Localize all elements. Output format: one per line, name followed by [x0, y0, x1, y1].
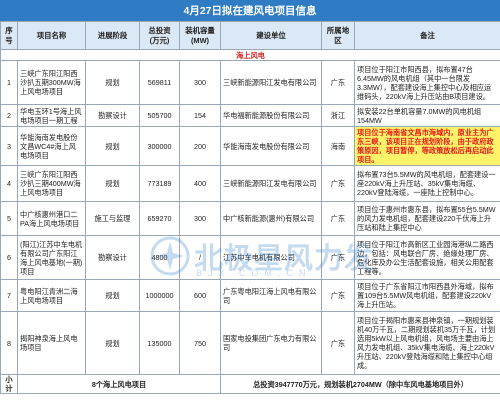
table-row: 2 华电玉环1号海上风电场项目一期工程 勘察设计 505700 154 华电福新… [0, 104, 500, 127]
header-row: 序号 项目名称 进展阶段 总投资 (万元) 装机容量 (MW) 建设单位 所属地… [0, 21, 500, 50]
cell-invest: 4800 [139, 235, 180, 280]
cell-owner: 广东粤电阳江海上风电有限公司 [220, 279, 322, 312]
cell-region: 广东 [321, 279, 355, 312]
cell-name: 三峡广东阳江阳西沙扒五期300MW海上风电场项目 [17, 60, 86, 105]
cell-note: 拟布置73台5.5MW的风电机组，配套建设一座220kV海上升压站、35kV集电… [354, 165, 500, 202]
cell-name: 粤电阳江青洲二海上风电场项目 [17, 279, 86, 312]
table-row: 5 中广核惠州港口二PA海上风电场项目 施工与监理 659270 300 中广核… [0, 201, 500, 236]
cell-note: 项目位于揭阳市惠来县神泉镇，一期规划装机40万千瓦，二期规划装机35万千瓦，计划… [354, 311, 500, 375]
cell-name: (阳江)江苏中车电机有限公司广东阳江海上风电基地(一期)项目 [17, 235, 86, 280]
cell-region: 广东 [321, 165, 355, 202]
cell-region: 广东 [321, 201, 355, 236]
table-title: 4月27日拟在建风电项目信息 [0, 0, 500, 21]
cell-no: 2 [0, 104, 18, 127]
cell-note-highlighted: 项目位于海南省文昌市海域内，原业主为广东三峡，该项目正在规划阶段，由于政府政策原… [354, 126, 500, 166]
table-row: 3 华能海南发电股份文昌WC4#海上风电场项目 规划 300000 200 华能… [0, 126, 500, 166]
cell-invest: 300000 [139, 126, 180, 166]
cell-invest: 505700 [139, 104, 180, 127]
cell-region: 浙江 [321, 104, 355, 127]
header-region: 所属地区 [321, 21, 355, 50]
cell-name: 三峡广东阳江阳西沙扒三期400MW海上风电场项目 [17, 165, 86, 202]
table-row: 8 揭阳神泉海上风电场项目 规划 135000 750 国家电投集团广东电力有限… [0, 311, 500, 375]
cell-capacity: 400 [179, 165, 221, 202]
cell-owner: 三峡新能源阳江发电有限公司 [220, 165, 322, 202]
cell-capacity: 750 [179, 311, 221, 375]
cell-capacity: / [179, 235, 221, 280]
cell-note: 拟安装22台单机容量7.0MW的风电机组154MW [354, 104, 500, 127]
summary-totals: 总投资3947770万元，规划装机2704MW（除中车风电基地项目外） [220, 374, 500, 394]
cell-name: 华能海南发电股份文昌WC4#海上风电场项目 [17, 126, 86, 166]
cell-owner: 国家电投集团广东电力有限公司 [220, 311, 322, 375]
table-row: 7 粤电阳江青洲二海上风电场项目 规划 1000000 600 广东粤电阳江海上… [0, 279, 500, 312]
header-stage: 进展阶段 [85, 21, 140, 50]
section-label: 海上风电 [0, 49, 500, 61]
cell-no: 1 [0, 60, 18, 105]
table-row: 1 三峡广东阳江阳西沙扒五期300MW海上风电场项目 规划 569811 300… [0, 60, 500, 105]
cell-no: 5 [0, 201, 18, 236]
cell-no: 7 [0, 279, 18, 312]
cell-name: 揭阳神泉海上风电场项目 [17, 311, 86, 375]
cell-note: 项目位于阳江市阳西县，拟布置47台6.45MW的风电机组（其中一台限发3.3MW… [354, 60, 500, 105]
cell-owner: 江苏中车电机有限公司 [220, 235, 322, 280]
cell-name: 华电玉环1号海上风电场项目一期工程 [17, 104, 86, 127]
cell-invest: 569811 [139, 60, 180, 105]
cell-note: 项目位于惠州市惠东县，拟布置55台5.5MW的风力发电机组，配套建设220千伏海… [354, 201, 500, 236]
summary-count: 8个海上风电项目 [17, 374, 221, 394]
cell-owner: 华电福新能源股份有限公司 [220, 104, 322, 127]
cell-invest: 659270 [139, 201, 180, 236]
table-row: 6 (阳江)江苏中车电机有限公司广东阳江海上风电基地(一期)项目 勘察设计 48… [0, 235, 500, 280]
section-row: 海上风电 [0, 49, 500, 61]
cell-no: 3 [0, 126, 18, 166]
header-no: 序号 [0, 21, 18, 50]
cell-capacity: 300 [179, 201, 221, 236]
cell-capacity: 300 [179, 60, 221, 105]
project-table: 序号 项目名称 进展阶段 总投资 (万元) 装机容量 (MW) 建设单位 所属地… [0, 21, 500, 394]
cell-owner: 华能海南发电股份有限公司 [220, 126, 322, 166]
cell-stage: 施工与监理 [85, 201, 140, 236]
summary-label: 小计 [0, 374, 18, 394]
cell-no: 8 [0, 311, 18, 375]
cell-region: 广东 [321, 235, 355, 280]
header-owner: 建设单位 [220, 21, 322, 50]
cell-invest: 1000000 [139, 279, 180, 312]
cell-region: 海南 [321, 126, 355, 166]
cell-owner: 三峡新能源阳江发电有限公司 [220, 60, 322, 105]
cell-region: 广东 [321, 311, 355, 375]
cell-note: 项目位于广东省阳江市阳西县外海域，拟布置109台5.5MW风电机组，配套建设22… [354, 279, 500, 312]
summary-row: 小计 8个海上风电项目 总投资3947770万元，规划装机2704MW（除中车风… [0, 374, 500, 394]
cell-no: 4 [0, 165, 18, 202]
cell-capacity: 600 [179, 279, 221, 312]
cell-note: 项目位于阳江市高新区工业园海港纵二路西边，包括：风电联合厂房、绝缘处理厂房、危化… [354, 235, 500, 280]
table-row: 4 三峡广东阳江阳西沙扒三期400MW海上风电场项目 规划 773189 400… [0, 165, 500, 202]
cell-stage: 规划 [85, 165, 140, 202]
cell-stage: 规划 [85, 126, 140, 166]
header-capacity: 装机容量 (MW) [179, 21, 221, 50]
cell-stage: 勘察设计 [85, 235, 140, 280]
cell-stage: 规划 [85, 311, 140, 375]
header-invest: 总投资 (万元) [139, 21, 180, 50]
cell-name: 中广核惠州港口二PA海上风电场项目 [17, 201, 86, 236]
header-name: 项目名称 [17, 21, 86, 50]
cell-capacity: 154 [179, 104, 221, 127]
header-note: 备注 [354, 21, 500, 50]
cell-stage: 勘察设计 [85, 104, 140, 127]
cell-invest: 135000 [139, 311, 180, 375]
cell-no: 6 [0, 235, 18, 280]
cell-capacity: 200 [179, 126, 221, 166]
cell-stage: 规划 [85, 60, 140, 105]
cell-stage: 规划 [85, 279, 140, 312]
cell-region: 广东 [321, 60, 355, 105]
cell-invest: 773189 [139, 165, 180, 202]
cell-owner: 中广核新能源(惠州)有限公司 [220, 201, 322, 236]
